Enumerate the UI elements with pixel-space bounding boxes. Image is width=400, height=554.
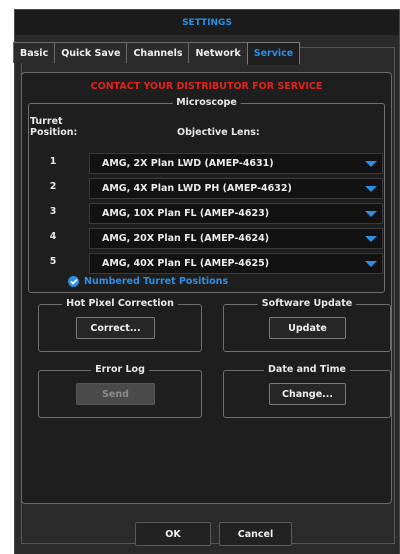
error-log-legend: Error Log bbox=[91, 364, 149, 375]
tab-network[interactable]: Network bbox=[188, 42, 248, 63]
turret-position-5: 5 bbox=[49, 256, 57, 267]
tab-label: Quick Save bbox=[61, 47, 121, 59]
settings-tabs: Basic Quick Save Channels Network Servic… bbox=[13, 42, 301, 65]
objective-value: AMG, 20X Plan FL (AMEP-4624) bbox=[102, 233, 270, 244]
service-panel: CONTACT YOUR DISTRIBUTOR FOR SERVICE Mic… bbox=[21, 72, 392, 504]
checkmark-icon bbox=[68, 276, 79, 287]
turret-position-3: 3 bbox=[49, 206, 57, 217]
objective-select-5[interactable]: AMG, 40X Plan FL (AMEP-4625) bbox=[89, 253, 383, 274]
objective-value: AMG, 4X Plan LWD PH (AMEP-4632) bbox=[102, 183, 292, 194]
tab-label: Basic bbox=[20, 47, 49, 59]
objective-value: AMG, 40X Plan FL (AMEP-4625) bbox=[102, 258, 270, 269]
change-date-button[interactable]: Change... bbox=[269, 383, 346, 405]
tab-channels[interactable]: Channels bbox=[126, 42, 190, 63]
ok-button[interactable]: OK bbox=[135, 522, 211, 546]
send-button[interactable]: Send bbox=[76, 383, 155, 405]
objective-select-3[interactable]: AMG, 10X Plan FL (AMEP-4623) bbox=[89, 203, 383, 224]
objective-select-4[interactable]: AMG, 20X Plan FL (AMEP-4624) bbox=[89, 228, 383, 249]
chevron-down-icon[interactable] bbox=[360, 254, 382, 273]
software-update-legend: Software Update bbox=[257, 298, 357, 309]
update-button[interactable]: Update bbox=[269, 317, 346, 339]
numbered-turret-checkbox[interactable]: Numbered Turret Positions bbox=[68, 276, 228, 287]
tab-label: Service bbox=[253, 48, 294, 59]
numbered-turret-label: Numbered Turret Positions bbox=[84, 276, 229, 287]
tab-service[interactable]: Service bbox=[246, 42, 301, 65]
turret-position-4: 4 bbox=[49, 231, 57, 242]
objective-value: AMG, 2X Plan LWD (AMEP-4631) bbox=[102, 158, 274, 169]
tab-quick-save[interactable]: Quick Save bbox=[54, 42, 128, 63]
hot-pixel-legend: Hot Pixel Correction bbox=[62, 298, 178, 309]
objective-select-1[interactable]: AMG, 2X Plan LWD (AMEP-4631) bbox=[89, 153, 383, 174]
correct-button[interactable]: Correct... bbox=[76, 317, 155, 339]
title-bar: SETTINGS bbox=[15, 10, 399, 35]
chevron-down-icon[interactable] bbox=[360, 179, 382, 198]
date-time-legend: Date and Time bbox=[264, 364, 350, 375]
service-warning: CONTACT YOUR DISTRIBUTOR FOR SERVICE bbox=[90, 81, 323, 92]
chevron-down-icon[interactable] bbox=[360, 229, 382, 248]
chevron-down-icon[interactable] bbox=[360, 204, 382, 223]
turret-header-line2: Position: bbox=[30, 127, 78, 138]
window-title: SETTINGS bbox=[182, 17, 232, 28]
turret-position-1: 1 bbox=[49, 156, 57, 167]
turret-header-line1: Turret bbox=[30, 116, 63, 127]
objective-lens-header: Objective Lens: bbox=[177, 127, 260, 138]
tab-label: Network bbox=[195, 47, 241, 59]
objective-value: AMG, 10X Plan FL (AMEP-4623) bbox=[102, 208, 270, 219]
cancel-button[interactable]: Cancel bbox=[219, 522, 292, 546]
chevron-down-icon[interactable] bbox=[360, 154, 382, 173]
turret-position-2: 2 bbox=[49, 181, 57, 192]
objective-select-2[interactable]: AMG, 4X Plan LWD PH (AMEP-4632) bbox=[89, 178, 383, 199]
microscope-legend: Microscope bbox=[172, 97, 241, 108]
tab-basic[interactable]: Basic bbox=[13, 42, 56, 63]
tab-label: Channels bbox=[133, 47, 183, 59]
